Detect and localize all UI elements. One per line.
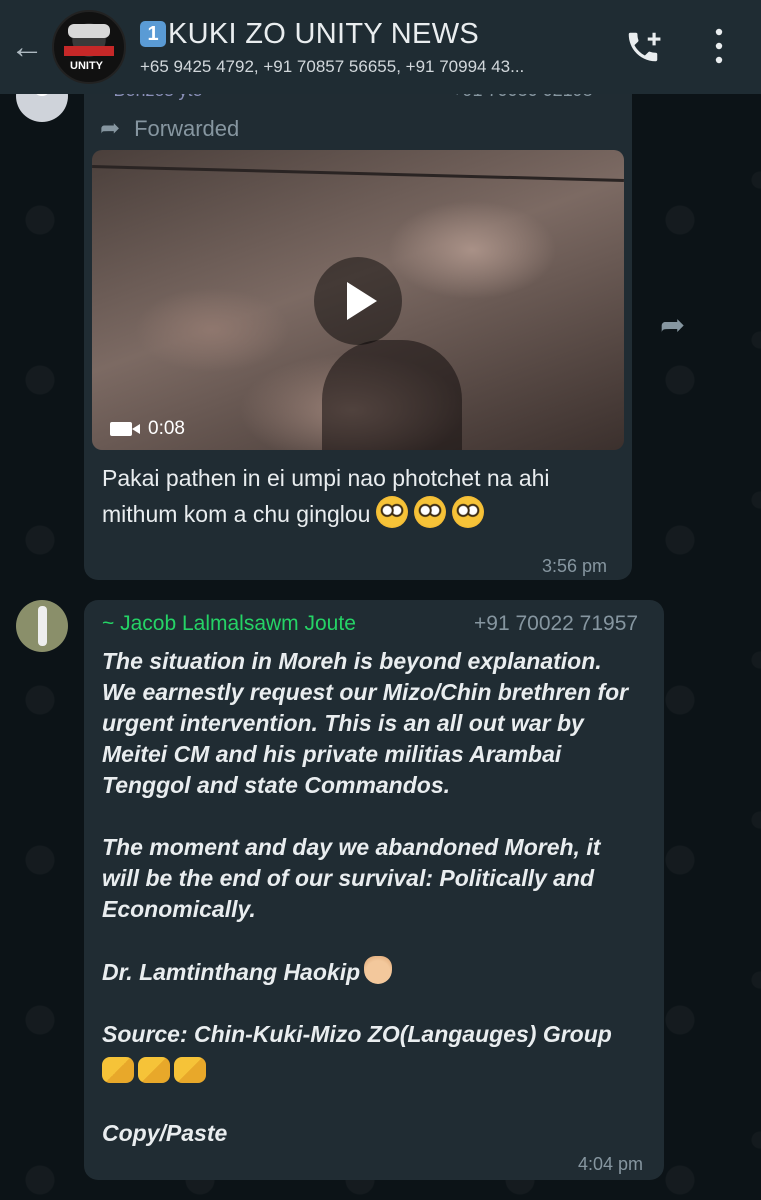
handshake-icon [174, 1057, 206, 1083]
video-shadow [322, 340, 462, 450]
sender-avatar[interactable] [16, 600, 68, 652]
logo-banner [68, 24, 110, 38]
logo-stripe [64, 46, 114, 56]
video-duration: 0:08 [110, 418, 185, 440]
message-paragraph: The moment and day we abandoned Moreh, i… [102, 834, 601, 922]
play-button[interactable] [314, 257, 402, 345]
more-options-icon[interactable] [708, 26, 730, 71]
handshake-icon [102, 1057, 134, 1083]
message-paragraph: The situation in Moreh is beyond explana… [102, 648, 629, 798]
video-thumbnail[interactable]: 0:08 [92, 150, 624, 450]
title-badge: 1 [140, 21, 166, 47]
sender-phone: +91 70022 71957 [474, 612, 639, 635]
message-signature: Dr. Lamtinthang Haokip [102, 956, 642, 988]
message-time: 4:04 pm [578, 1154, 644, 1174]
flushed-face-icon [376, 496, 409, 528]
message-source: Source: Chin-Kuki-Mizo ZO(Langauges) Gro… [102, 1021, 612, 1047]
group-title: KUKI ZO UNITY NEWS [168, 17, 480, 50]
header-titles[interactable]: 1 KUKI ZO UNITY NEWS +65 9425 4792, +91 … [140, 18, 610, 77]
flushed-face-icon [414, 496, 447, 528]
chat-header: ← UNITY 1 KUKI ZO UNITY NEWS +65 9425 47… [0, 0, 761, 94]
message-caption: Pakai pathen in ei umpi nao photchet na … [102, 460, 622, 532]
share-forward-icon[interactable]: ➦ [660, 308, 685, 343]
video-cable [92, 165, 624, 182]
handshake-emojis [102, 1056, 642, 1087]
forwarded-label: ➦ Forwarded [100, 114, 239, 143]
handshake-icon [138, 1057, 170, 1083]
message-body: The situation in Moreh is beyond explana… [102, 646, 642, 1149]
back-arrow-icon[interactable]: ← [10, 30, 44, 64]
message-time: 3:56 pm [542, 556, 608, 576]
message-footer: Copy/Paste [102, 1120, 228, 1146]
group-members: +65 9425 4792, +91 70857 56655, +91 7099… [140, 56, 525, 76]
flushed-face-icon [452, 496, 485, 528]
signature-text: Dr. Lamtinthang Haokip [102, 959, 361, 985]
video-camera-icon [110, 422, 140, 436]
add-call-icon[interactable] [624, 28, 662, 71]
forwarded-text: Forwarded [134, 115, 240, 141]
play-icon [347, 282, 377, 320]
pointing-hand-icon [364, 956, 393, 984]
group-avatar[interactable]: UNITY [52, 10, 126, 84]
logo-text: UNITY [70, 60, 103, 72]
forward-icon: ➦ [100, 115, 121, 142]
sender-name[interactable]: ~ Jacob Lalmalsawm Joute [102, 612, 356, 636]
video-duration-text: 0:08 [148, 418, 185, 439]
